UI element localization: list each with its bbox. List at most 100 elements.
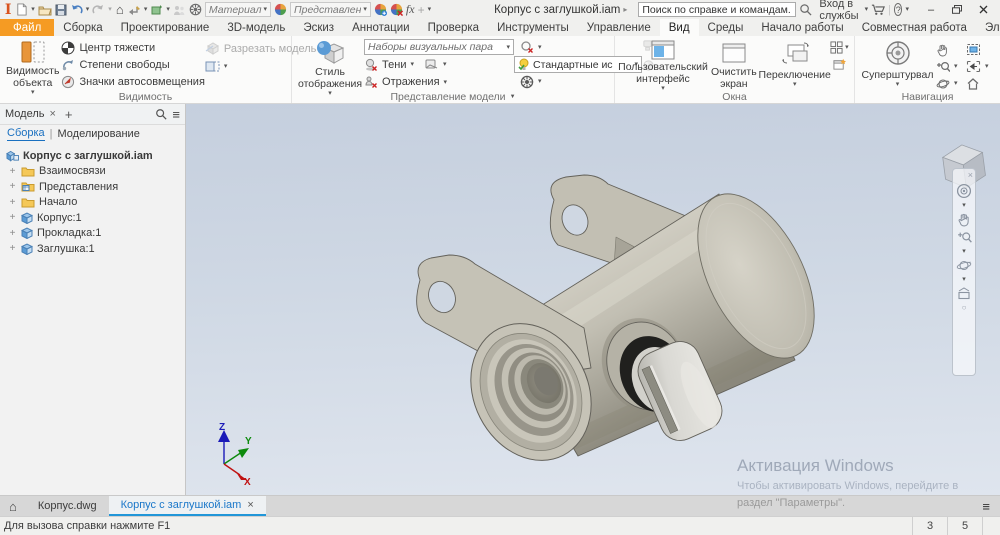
expander-icon[interactable]: + <box>8 197 17 208</box>
tree-node-relationships[interactable]: + Взаимосвязи <box>2 164 183 180</box>
app-store-cart-icon[interactable] <box>871 2 885 18</box>
expander-icon[interactable]: + <box>8 181 17 192</box>
assembly-3d-model[interactable] <box>186 104 1000 495</box>
clear-appearance-icon[interactable] <box>390 2 403 18</box>
home-view-nav-button[interactable] <box>966 75 996 92</box>
navbar-close-icon[interactable]: × <box>968 171 973 180</box>
expander-icon[interactable]: + <box>8 228 17 239</box>
doc-tab-close-icon[interactable]: × <box>247 499 253 511</box>
navbar-orbit-dropdown[interactable]: ▾ <box>962 276 966 283</box>
tab-collaborate[interactable]: Совместная работа <box>853 19 976 36</box>
navbar-zoom-icon[interactable] <box>957 230 972 245</box>
expander-icon[interactable]: + <box>8 166 17 177</box>
update-dropdown[interactable]: ▾ <box>166 6 170 13</box>
tree-node-zaglushka[interactable]: + Заглушка:1 <box>2 241 183 257</box>
orbit-dropdown[interactable]: ▾ <box>954 80 958 87</box>
graphics-viewport[interactable]: × ▾ ▾ ▾ ○ Z Y X <box>186 104 1000 495</box>
render-mode-dropdown[interactable]: ▾ <box>538 78 542 85</box>
browser-add-tab-button[interactable]: + <box>65 107 73 122</box>
qat-customize-arrow[interactable]: ▾ <box>428 6 432 13</box>
tree-node-origin[interactable]: + Начало <box>2 195 183 211</box>
add-icon[interactable]: + <box>418 3 425 17</box>
minimize-button[interactable]: – <box>918 1 944 18</box>
degrees-of-freedom-button[interactable]: Степени свободы <box>61 57 204 73</box>
expander-icon[interactable]: + <box>8 212 17 223</box>
previous-view-dropdown[interactable]: ▾ <box>985 63 989 70</box>
material-combo[interactable]: Материал ▾ <box>205 2 271 17</box>
new-file-button[interactable] <box>15 2 28 18</box>
doc-tab-korpus-s-zaglushkoy[interactable]: Корпус с заглушкой.iam × <box>109 496 266 516</box>
steering-wheel-dropdown[interactable]: ▾ <box>896 81 900 88</box>
filter-assembly-link[interactable]: Сборка <box>7 127 45 141</box>
ground-plane-dropdown[interactable]: ▾ <box>443 61 447 68</box>
navbar-wheel-dropdown[interactable]: ▾ <box>962 202 966 209</box>
material-combo-arrow[interactable]: ▾ <box>264 6 268 13</box>
browser-search-icon[interactable] <box>155 108 167 120</box>
ambient-shadows-dropdown[interactable]: ▾ <box>538 44 542 51</box>
ground-plane-button[interactable]: ▾ <box>424 56 447 73</box>
return-button[interactable] <box>128 2 141 18</box>
close-button[interactable] <box>970 1 996 18</box>
panel-model-display-flyout[interactable]: ▼ <box>510 94 516 100</box>
home-tab-icon[interactable]: ⌂ <box>0 496 26 516</box>
section-views-dropdown[interactable]: ▾ <box>224 63 228 70</box>
filter-modeling-link[interactable]: Моделирование <box>58 128 140 140</box>
sign-in-dropdown[interactable]: ▾ <box>865 6 869 13</box>
home-view-button[interactable]: ⌂ <box>115 2 125 18</box>
help-button[interactable]: ? <box>894 3 903 16</box>
select-button[interactable] <box>173 2 186 18</box>
tab-sketch[interactable]: Эскиз <box>294 19 343 36</box>
tab-design[interactable]: Проектирование <box>112 19 219 36</box>
tab-annotate[interactable]: Аннотации <box>343 19 418 36</box>
render-wheel-icon[interactable] <box>189 2 202 18</box>
steering-wheel-button[interactable]: Суперштурвал ▾ <box>859 39 936 90</box>
tab-environments[interactable]: Среды <box>699 19 753 36</box>
tile-windows-button[interactable]: ▾ <box>830 41 849 54</box>
color-wheel-icon[interactable] <box>274 2 287 18</box>
title-expand-arrow[interactable]: ▸ <box>623 6 627 14</box>
tab-electromechanical[interactable]: Электромеханический проект <box>976 19 1000 36</box>
visual-styles-combo[interactable]: Наборы визуальных пара ▾ <box>364 39 514 55</box>
doc-tab-korpus-dwg[interactable]: Корпус.dwg <box>26 496 109 516</box>
browser-menu-icon[interactable]: ≡ <box>172 107 180 122</box>
panel-model-display-title[interactable]: Представление модели ▼ <box>292 91 614 103</box>
save-button[interactable] <box>55 2 67 18</box>
switch-windows-dropdown[interactable]: ▾ <box>793 81 797 88</box>
return-dropdown[interactable]: ▾ <box>144 6 148 13</box>
clean-screen-button[interactable]: Очистить экран <box>707 39 761 90</box>
open-button[interactable] <box>38 2 52 18</box>
status-customize-menu-icon[interactable]: ≡ <box>982 496 990 516</box>
update-button[interactable] <box>150 2 163 18</box>
switch-windows-button[interactable]: Переключение ▾ <box>761 39 829 90</box>
tile-windows-dropdown[interactable]: ▾ <box>845 44 849 51</box>
user-interface-button[interactable]: Пользовательский интерфейс ▾ <box>619 39 707 90</box>
visual-styles-arrow[interactable]: ▾ <box>507 44 511 51</box>
tab-tools[interactable]: Инструменты <box>488 19 578 36</box>
object-visibility-button[interactable]: Видимость объекта ▾ <box>4 39 61 90</box>
browser-tab-close-icon[interactable]: × <box>49 108 55 120</box>
zoom-dropdown[interactable]: ▾ <box>954 63 958 70</box>
appearance-combo[interactable]: Представлен ▾ <box>290 2 371 17</box>
tab-get-started[interactable]: Начало работы <box>752 19 852 36</box>
tree-node-korpus[interactable]: + Корпус:1 <box>2 210 183 226</box>
automate-glyphs-button[interactable]: Значки автосовмещения <box>61 74 204 90</box>
help-dropdown[interactable]: ▾ <box>905 6 909 13</box>
help-search[interactable] <box>638 2 796 17</box>
navbar-steering-wheel-icon[interactable] <box>956 183 972 199</box>
shadows-button[interactable]: Тени ▾ <box>364 56 414 73</box>
parameters-fx-button[interactable]: fx <box>406 2 415 17</box>
navbar-look-at-icon[interactable] <box>956 286 972 300</box>
tree-node-assembly-root[interactable]: Корпус с заглушкой.iam <box>2 148 183 164</box>
tab-inspect[interactable]: Проверка <box>419 19 489 36</box>
display-style-button[interactable]: Стиль отображения ▾ <box>296 39 364 90</box>
browser-tab-model[interactable]: Модель <box>5 108 44 120</box>
tab-assembly[interactable]: Сборка <box>54 19 111 36</box>
navbar-pan-icon[interactable] <box>957 212 972 227</box>
expander-icon[interactable]: + <box>8 243 17 254</box>
tab-3d-model[interactable]: 3D-модель <box>218 19 294 36</box>
orbit-button[interactable]: ▾ <box>936 75 962 92</box>
tree-node-prokladka[interactable]: + Прокладка:1 <box>2 226 183 242</box>
tree-node-representations[interactable]: + Представления <box>2 179 183 195</box>
restore-button[interactable] <box>944 1 970 18</box>
search-person-icon[interactable] <box>799 2 812 18</box>
